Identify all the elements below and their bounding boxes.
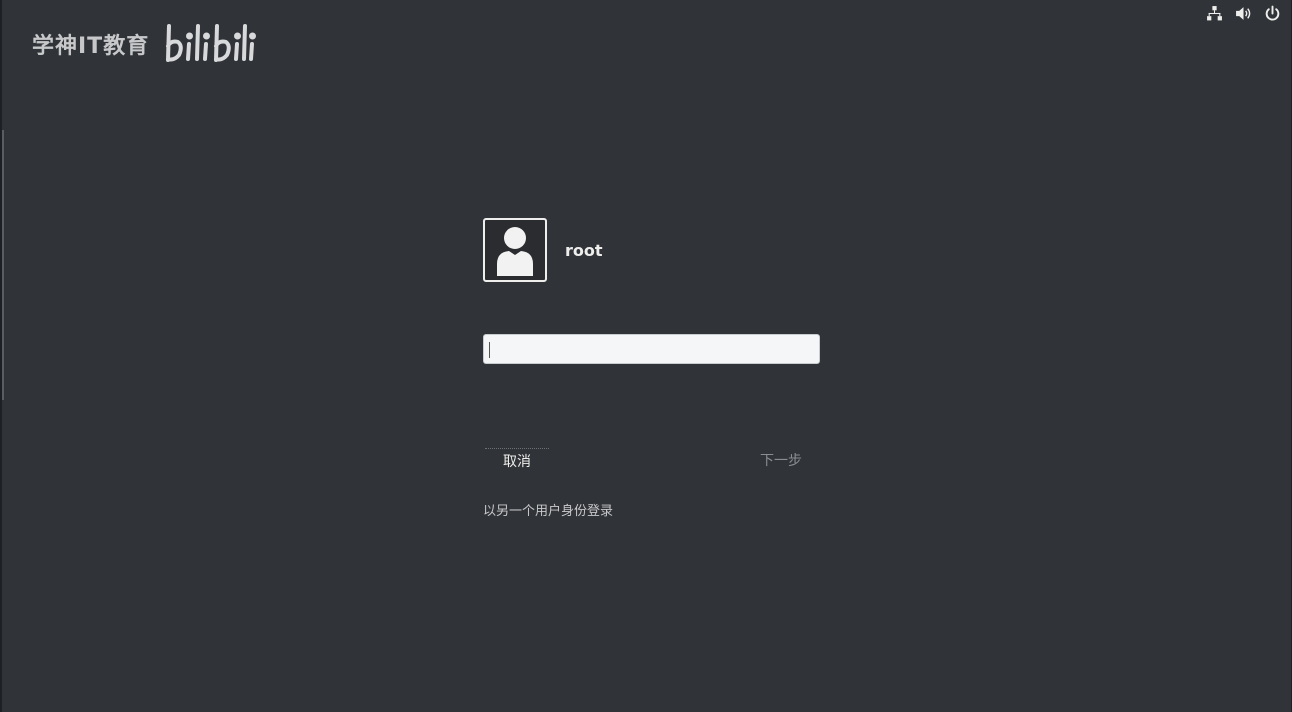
cancel-button[interactable]: 取消 [485,448,549,474]
system-tray [1206,5,1281,22]
text-cursor [489,342,490,358]
user-row: root [483,218,820,282]
password-field[interactable] [483,334,820,364]
user-avatar-icon [497,227,533,276]
next-button[interactable]: 下一步 [742,448,820,474]
volume-icon[interactable] [1235,5,1252,22]
edge-divider [2,130,7,400]
bilibili-logo-icon [166,24,257,62]
watermark-text: 学神IT教育 [32,34,150,59]
avatar [483,218,547,282]
power-icon[interactable] [1264,5,1281,22]
watermark: 学神IT教育 [32,22,257,66]
network-icon[interactable] [1206,5,1223,22]
login-form: root 取消 下一步 以另一个用户身份登录 [483,218,820,519]
switch-user-link[interactable]: 以另一个用户身份登录 [483,500,613,519]
username-label: root [565,240,603,260]
login-screen: 学神IT教育 root 取消 下一步 以另一个用户身份登录 [0,0,1292,712]
